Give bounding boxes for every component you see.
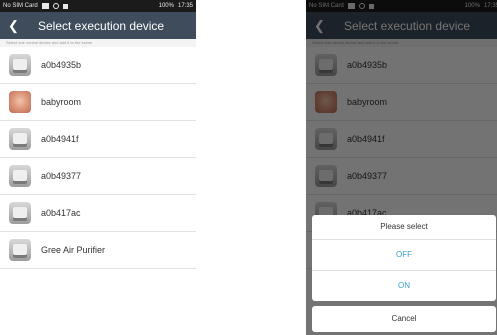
option-on-button[interactable]: ON: [312, 271, 496, 301]
device-icon: [9, 239, 31, 261]
sync-icon: [52, 3, 59, 9]
device-icon: [9, 165, 31, 187]
cancel-button[interactable]: Cancel: [312, 306, 496, 332]
carrier-text: No SIM Card: [3, 3, 38, 9]
device-label: babyroom: [41, 97, 82, 107]
device-item[interactable]: a0b49377: [0, 158, 196, 195]
battery-text: 100%: [158, 3, 174, 9]
notification-icon: [62, 3, 68, 9]
device-item[interactable]: a0b4941f: [0, 121, 196, 158]
device-item[interactable]: a0b417ac: [0, 195, 196, 232]
right-screen: No SIM Card 100% 17:35 ❮ Select executio…: [306, 0, 497, 335]
device-icon: [9, 202, 31, 224]
device-item[interactable]: Gree Air Purifier: [0, 232, 196, 269]
device-icon: [9, 128, 31, 150]
status-bar: No SIM Card 100% 17:35: [0, 0, 196, 12]
select-dialog: Please select OFF ON: [312, 215, 496, 301]
option-off-button[interactable]: OFF: [312, 240, 496, 271]
device-list: a0b4935b babyroom a0b4941f a0b49377 a0b4…: [0, 47, 196, 269]
device-label: a0b417ac: [41, 208, 81, 218]
title-bar: ❮ Select execution device: [0, 12, 196, 39]
device-icon: [9, 54, 31, 76]
device-label: a0b4941f: [41, 134, 79, 144]
page-title: Select execution device: [38, 18, 165, 33]
hint-text: Select one control device and add it to …: [0, 39, 196, 47]
dialog-title: Please select: [312, 215, 496, 240]
left-screen: No SIM Card 100% 17:35 ❮ Select executio…: [0, 0, 196, 335]
baby-photo-icon: [9, 91, 31, 113]
device-label: a0b4935b: [41, 60, 82, 70]
device-item[interactable]: babyroom: [0, 84, 196, 121]
clock-text: 17:35: [177, 3, 193, 9]
sim-icon: [41, 3, 49, 9]
device-label: Gree Air Purifier: [41, 245, 106, 255]
device-item[interactable]: a0b4935b: [0, 47, 196, 84]
device-label: a0b49377: [41, 171, 82, 181]
back-button[interactable]: ❮: [8, 18, 22, 34]
